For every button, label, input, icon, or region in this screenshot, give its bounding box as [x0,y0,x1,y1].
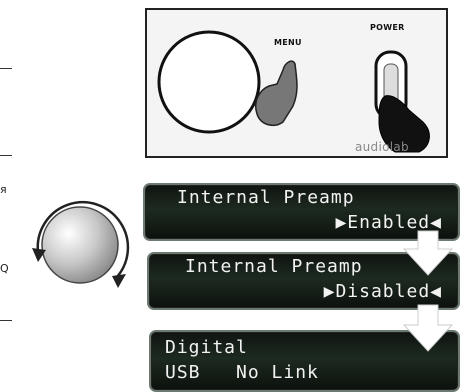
power-label: POWER [370,23,405,32]
lcd-line-1: Internal Preamp [177,187,355,208]
lcd-line-2: USB No Link [165,362,319,383]
menu-label: MENU [274,38,302,47]
margin-text: Q [0,262,9,275]
device-front-panel: MENU POWER audiolab [145,8,448,158]
lcd-line-1: Digital [165,337,248,358]
margin-text: я [0,183,7,196]
down-arrow-icon [402,230,454,276]
brand-logo: audiolab [355,140,409,154]
rotary-knob-illustration [32,200,130,288]
down-arrow-icon [402,304,454,352]
knob-icon [41,206,119,284]
margin-rule [0,68,12,69]
lcd-line-1: Internal Preamp [185,256,363,277]
margin-rule [0,320,12,321]
margin-rule [0,155,12,156]
lcd-line-2: ▶Disabled◀ [323,281,442,302]
